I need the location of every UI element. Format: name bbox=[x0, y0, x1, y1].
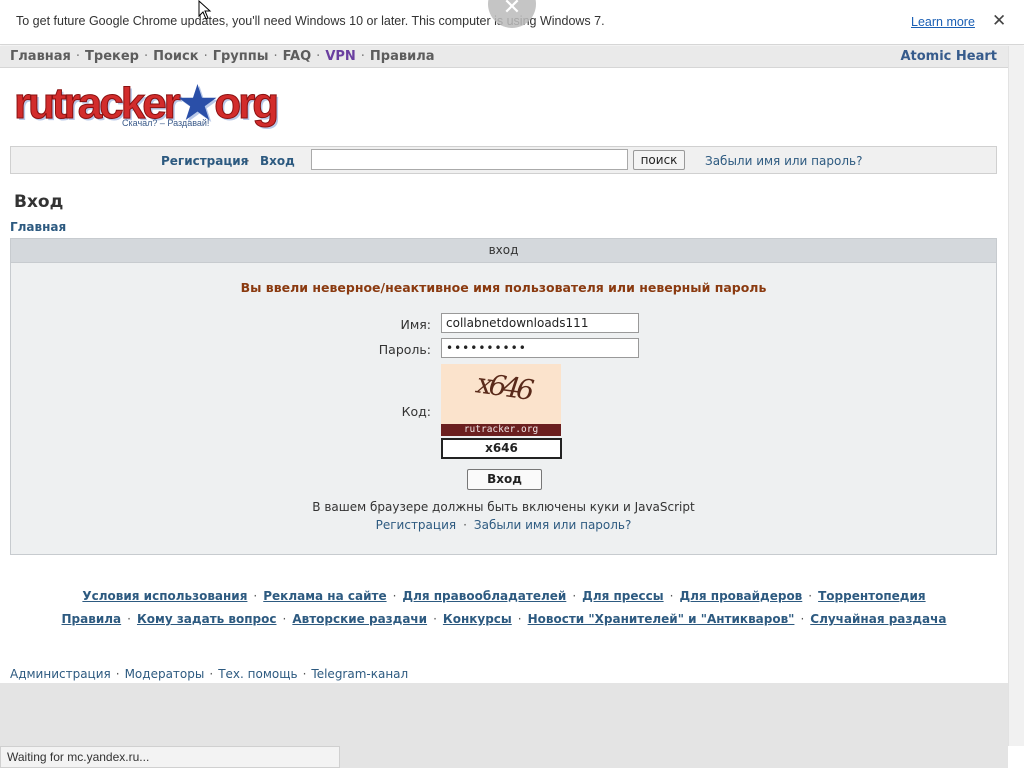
mouse-cursor-icon bbox=[198, 0, 212, 20]
cookies-note: В вашем браузере должны быть включены ку… bbox=[312, 500, 695, 514]
nav-separator: · bbox=[360, 49, 365, 64]
footer-rightholders-link[interactable]: Для правообладателей bbox=[402, 589, 566, 603]
nav-faq[interactable]: FAQ bbox=[283, 49, 312, 64]
login-link[interactable]: Вход bbox=[260, 154, 295, 168]
footer-tech-help-link[interactable]: Тех. помощь bbox=[218, 667, 297, 681]
footer-separator: · bbox=[572, 589, 577, 603]
username-field[interactable]: collabnetdownloads111 bbox=[441, 313, 639, 333]
username-label: Имя: bbox=[400, 317, 431, 332]
panel-link-separator: · bbox=[463, 518, 467, 532]
footer-separator: · bbox=[800, 612, 805, 626]
footer-torrentopedia-link[interactable]: Торрентопедия bbox=[818, 589, 925, 603]
footer-whom-to-ask-link[interactable]: Кому задать вопрос bbox=[137, 612, 277, 626]
nav-separator: · bbox=[143, 49, 149, 64]
footer-terms-link[interactable]: Условия использования bbox=[82, 589, 247, 603]
nav-home[interactable]: Главная bbox=[10, 49, 71, 64]
footer-admin-link[interactable]: Администрация bbox=[10, 667, 111, 681]
footer-news-link[interactable]: Новости "Хранителей" и "Антикваров" bbox=[528, 612, 795, 626]
footer-separator: · bbox=[253, 589, 258, 603]
nav-search[interactable]: Поиск bbox=[153, 49, 198, 64]
footer-links-row3: Администрация · Модераторы · Тех. помощь · Tel… bbox=[10, 667, 408, 681]
breadcrumb-home[interactable]: Главная bbox=[10, 220, 66, 234]
infobar-close-icon[interactable]: ✕ bbox=[992, 11, 1006, 31]
captcha-code-field[interactable]: x646 bbox=[441, 438, 562, 459]
footer-providers-link[interactable]: Для провайдеров bbox=[679, 589, 802, 603]
top-nav-links: Главная · Трекер · Поиск · Группы · FAQ · VPN · Прав… bbox=[10, 49, 435, 64]
search-input[interactable] bbox=[311, 149, 628, 170]
page-title: Вход bbox=[14, 192, 64, 212]
captcha-text: x646 bbox=[472, 366, 536, 407]
search-button[interactable]: поиск bbox=[633, 150, 685, 170]
nav-vpn[interactable]: VPN bbox=[325, 49, 355, 64]
forgot-password-link[interactable]: Забыли имя или пароль? bbox=[705, 154, 862, 168]
quick-login-bar: Регистрация · Вход поиск Забыли имя или … bbox=[10, 146, 997, 174]
footer-separator: · bbox=[302, 667, 307, 681]
footer-separator: · bbox=[282, 612, 287, 626]
footer-moderators-link[interactable]: Модераторы bbox=[125, 667, 205, 681]
login-panel: вход Вы ввели неверное/неактивное имя по… bbox=[10, 238, 997, 555]
footer-links-row1: Условия использования · Реклама на сайте · Д… bbox=[0, 589, 1008, 603]
panel-links: Регистрация · Забыли имя или пароль? bbox=[11, 518, 996, 532]
site-logo[interactable]: rutracker★org Скачал? – Раздавай! bbox=[14, 81, 280, 132]
logo-tagline: Скачал? – Раздавай! bbox=[122, 118, 210, 128]
nav-rules[interactable]: Правила bbox=[370, 49, 435, 64]
nav-separator: · bbox=[203, 49, 208, 64]
footer-rules-link[interactable]: Правила bbox=[62, 612, 122, 626]
nav-separator: · bbox=[316, 49, 321, 64]
register-link[interactable]: Регистрация bbox=[161, 154, 248, 168]
panel-forgot-link[interactable]: Забыли имя или пароль? bbox=[474, 518, 631, 532]
footer-separator: · bbox=[669, 589, 674, 603]
loginbar-separator: · bbox=[246, 154, 250, 168]
password-label: Пароль: bbox=[378, 342, 431, 357]
login-error-message: Вы ввели неверное/неактивное имя пользов… bbox=[240, 280, 767, 295]
footer-separator: · bbox=[127, 612, 131, 626]
browser-status-bar: Waiting for mc.yandex.ru... bbox=[0, 746, 340, 768]
logo-text-end: org bbox=[214, 79, 280, 128]
footer-separator: · bbox=[392, 589, 397, 603]
nav-separator: · bbox=[273, 49, 278, 64]
footer-separator: · bbox=[808, 589, 813, 603]
nav-atomic-heart[interactable]: Atomic Heart bbox=[900, 49, 997, 64]
captcha-image: x646 rutracker.org bbox=[441, 364, 561, 436]
nav-separator: · bbox=[75, 49, 81, 64]
footer-ads-link[interactable]: Реклама на сайте bbox=[263, 589, 386, 603]
footer-telegram-link[interactable]: Telegram-канал bbox=[311, 667, 408, 681]
panel-register-link[interactable]: Регистрация bbox=[376, 518, 456, 532]
top-navigation: Главная · Трекер · Поиск · Группы · FAQ · VPN · Прав… bbox=[0, 46, 1008, 68]
learn-more-link[interactable]: Learn more bbox=[911, 15, 975, 29]
login-panel-header: вход bbox=[11, 239, 996, 263]
login-submit-button[interactable]: Вход bbox=[467, 469, 542, 490]
password-field[interactable]: •••••••••• bbox=[441, 338, 639, 358]
captcha-band: rutracker.org bbox=[441, 424, 561, 436]
nav-groups[interactable]: Группы bbox=[213, 49, 269, 64]
footer-random-release-link[interactable]: Случайная раздача bbox=[810, 612, 946, 626]
footer-links-row2: Правила · Кому задать вопрос · Авторские раз… bbox=[0, 612, 1008, 626]
footer-author-releases-link[interactable]: Авторские раздачи bbox=[292, 612, 427, 626]
footer-separator: · bbox=[433, 612, 437, 626]
footer-separator: · bbox=[209, 667, 214, 681]
footer-separator: · bbox=[115, 667, 120, 681]
footer-contests-link[interactable]: Конкурсы bbox=[443, 612, 512, 626]
code-label: Код: bbox=[401, 404, 431, 419]
footer-press-link[interactable]: Для прессы bbox=[582, 589, 663, 603]
nav-tracker[interactable]: Трекер bbox=[85, 49, 139, 64]
footer-separator: · bbox=[517, 612, 522, 626]
page-scrollbar[interactable] bbox=[1008, 46, 1024, 746]
